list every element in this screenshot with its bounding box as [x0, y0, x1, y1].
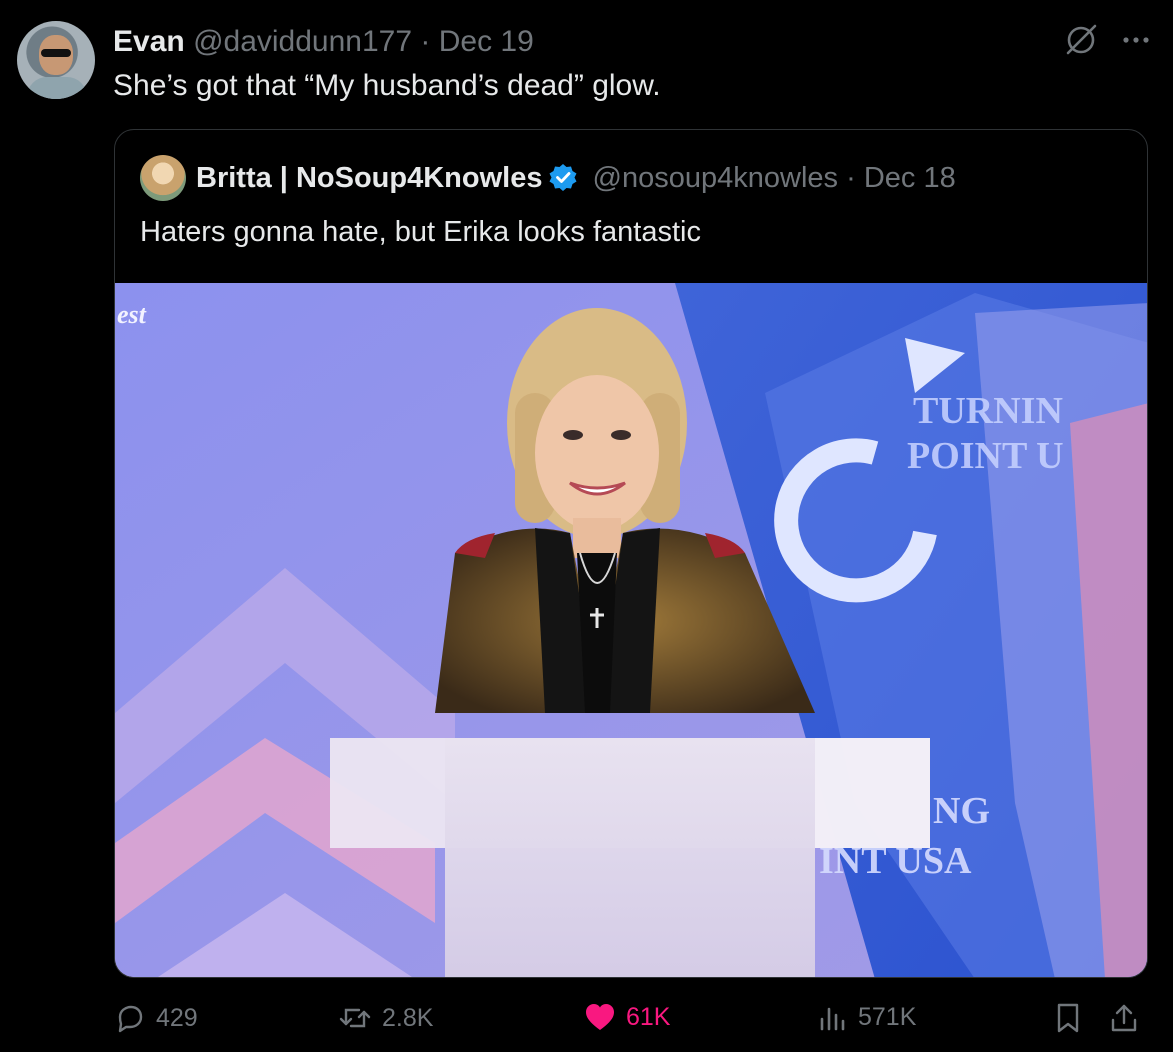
quoted-tweet-date[interactable]: Dec 18	[864, 162, 956, 194]
reply-count: 429	[156, 1003, 198, 1032]
author-avatar[interactable]	[17, 21, 95, 99]
tweet-header: Evan @daviddunn177 · Dec 19	[113, 24, 534, 60]
more-icon[interactable]	[1121, 35, 1151, 45]
heart-icon	[584, 1002, 616, 1032]
share-button[interactable]	[1109, 1002, 1139, 1034]
quoted-tweet-text: Haters gonna hate, but Erika looks fanta…	[140, 216, 701, 248]
author-handle[interactable]: @daviddunn177	[193, 25, 412, 58]
media-illustration: est TURNIN POINT U NG INT USA	[115, 283, 1147, 977]
bookmark-button[interactable]	[1054, 1002, 1082, 1034]
like-count: 61K	[626, 1002, 671, 1031]
media-sign-right-top-2: POINT U	[907, 435, 1064, 477]
repost-button[interactable]: 2.8K	[338, 1002, 433, 1034]
tweet-text: She’s got that “My husband’s dead” glow.	[113, 69, 661, 102]
views-count: 571K	[858, 1002, 917, 1031]
media-sign-right-bottom-1: NG	[933, 790, 990, 832]
quoted-author-name[interactable]: Britta | NoSoup4Knowles	[196, 162, 542, 194]
like-button[interactable]: 61K	[584, 1002, 670, 1032]
avatar-sunglasses	[41, 49, 71, 57]
quoted-date-separator: ·	[846, 162, 856, 194]
media-sign-right-top-1: TURNIN	[913, 390, 1063, 432]
views-button[interactable]: 571K	[818, 1002, 916, 1032]
grok-icon[interactable]	[1063, 22, 1099, 58]
share-icon	[1109, 1002, 1139, 1034]
repost-icon	[338, 1002, 372, 1034]
reply-icon	[114, 1002, 146, 1034]
tweet-media-image[interactable]: est TURNIN POINT U NG INT USA	[115, 283, 1147, 977]
avatar-shirt	[27, 77, 87, 99]
tweet-top-actions	[1063, 22, 1151, 58]
verified-badge-icon	[548, 162, 578, 201]
tweet-date[interactable]: Dec 19	[439, 25, 534, 58]
quoted-author-avatar[interactable]	[140, 155, 186, 201]
reply-button[interactable]: 429	[114, 1002, 198, 1034]
quoted-tweet[interactable]: Britta | NoSoup4Knowles @nosoup4knowles …	[114, 129, 1148, 978]
media-sign-left: est	[117, 300, 147, 329]
tweet-action-bar: 429 2.8K 61K 571K	[114, 1002, 1154, 1042]
quoted-tweet-header: Britta | NoSoup4Knowles @nosoup4knowles …	[196, 160, 956, 201]
bookmark-icon	[1054, 1002, 1082, 1034]
author-name[interactable]: Evan	[113, 25, 185, 58]
views-icon	[818, 1002, 848, 1032]
date-separator: ·	[420, 25, 431, 58]
repost-count: 2.8K	[382, 1003, 434, 1032]
quoted-author-handle[interactable]: @nosoup4knowles	[593, 162, 838, 194]
